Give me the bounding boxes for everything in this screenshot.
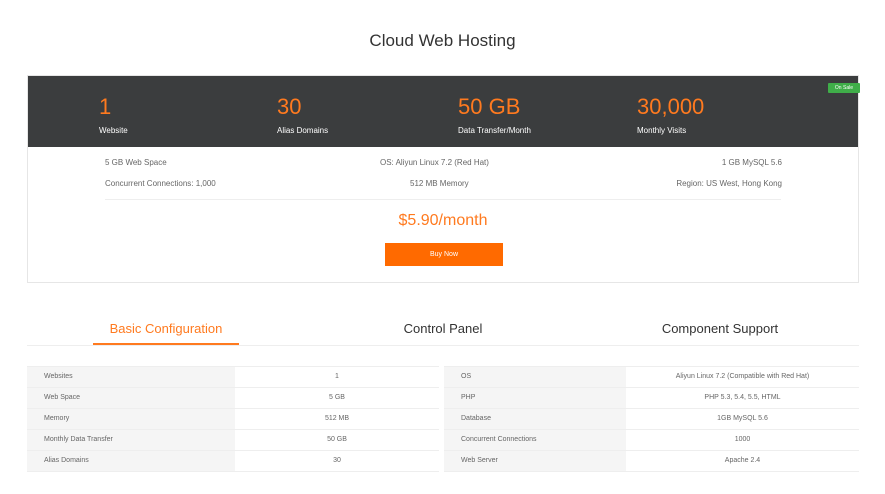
config-key: Web Space [27,388,235,408]
spec-mysql: 1 GB MySQL 5.6 [721,158,782,167]
config-table-left: Websites 1 Web Space 5 GB Memory 512 MB … [27,366,439,472]
table-row: PHP PHP 5.3, 5.4, 5.5, HTML [444,388,859,409]
stat-alias-domains: 30 Alias Domains [277,94,328,135]
spec-web-space: 5 GB Web Space [105,158,167,167]
config-key: PHP [444,388,626,408]
tab-component-support[interactable]: Component Support [640,321,800,336]
spec-region: Region: US West, Hong Kong [676,179,782,188]
table-row: OS Aliyun Linux 7.2 (Compatible with Red… [444,367,859,388]
stat-label: Monthly Visits [637,126,687,135]
config-key: Database [444,409,626,429]
tabs-divider [27,345,859,346]
table-row: Concurrent Connections 1000 [444,430,859,451]
config-key: Memory [27,409,235,429]
stat-value: 30,000 [637,94,705,119]
config-key: Web Server [444,451,626,471]
table-row: Web Space 5 GB [27,388,439,409]
stat-value: 50 GB [458,94,521,119]
plan-banner: 1 Website 30 Alias Domains 50 GB Data Tr… [28,76,860,147]
config-value: 1000 [734,436,751,443]
config-value: 512 MB [324,415,350,422]
stat-value: 1 [99,94,112,119]
config-value: 5 GB [329,394,345,401]
spec-memory: 512 MB Memory [410,179,469,188]
config-value: PHP 5.3, 5.4, 5.5, HTML [704,394,781,401]
config-key: OS [444,367,626,387]
table-row: Memory 512 MB [27,409,439,430]
spec-os: OS: Aliyun Linux 7.2 (Red Hat) [380,158,489,167]
table-row: Monthly Data Transfer 50 GB [27,430,439,451]
table-row: Websites 1 [27,367,439,388]
price: $5.90/month [398,212,488,229]
spec-divider [105,199,781,200]
config-value: 30 [333,457,341,464]
config-key: Alias Domains [27,451,235,471]
config-value: Apache 2.4 [724,457,761,464]
config-value: 1GB MySQL 5.6 [717,415,768,422]
table-row: Alias Domains 30 [27,451,439,472]
tab-control-panel[interactable]: Control Panel [370,321,516,336]
stat-label: Alias Domains [277,126,329,135]
config-key: Websites [27,367,235,387]
plan-card: 1 Website 30 Alias Domains 50 GB Data Tr… [27,75,860,283]
table-row: Web Server Apache 2.4 [444,451,859,472]
config-value: 1 [335,373,339,380]
config-value: Aliyun Linux 7.2 (Compatible with Red Ha… [675,373,810,380]
config-key: Concurrent Connections [444,430,626,450]
table-row: Database 1GB MySQL 5.6 [444,409,859,430]
stat-monthly-visits: 30,000 Monthly Visits [637,94,704,135]
stat-label: Website [99,126,128,135]
config-table-right: OS Aliyun Linux 7.2 (Compatible with Red… [444,366,859,472]
spec-connections: Concurrent Connections: 1,000 [105,179,216,188]
stat-value: 30 [277,94,302,119]
stat-websites: 1 Website [99,94,128,135]
page-title: Cloud Web Hosting [369,31,516,50]
stat-label: Data Transfer/Month [458,126,531,135]
on-sale-badge: On Sale [827,83,860,93]
tab-basic-configuration[interactable]: Basic Configuration [93,321,239,336]
config-value: 50 GB [327,436,347,443]
buy-now-button[interactable]: Buy Now [385,243,503,266]
stat-data-transfer: 50 GB Data Transfer/Month [458,94,531,135]
config-key: Monthly Data Transfer [27,430,235,450]
